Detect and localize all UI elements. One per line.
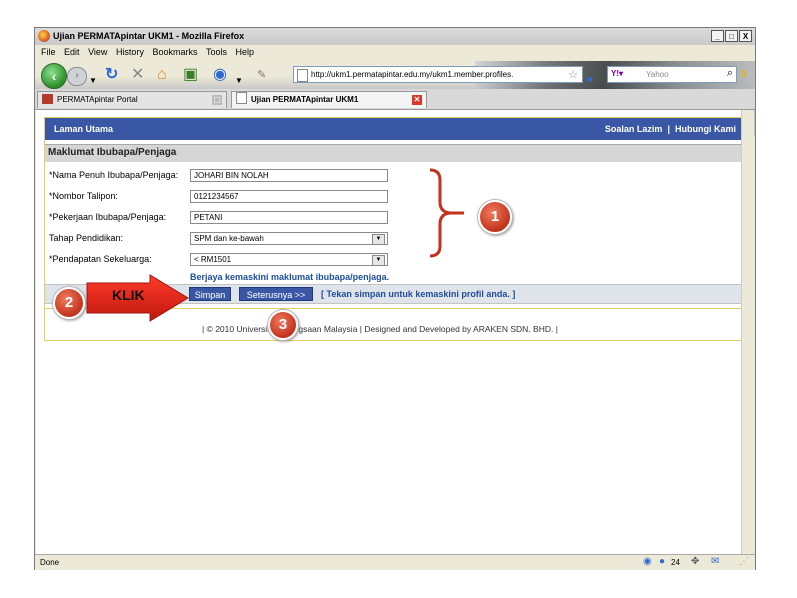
- addon-dropdown-icon[interactable]: ▼: [235, 72, 243, 90]
- footer-text: | © 2010 Universiti Kebangsaan Malaysia …: [202, 324, 558, 334]
- back-button[interactable]: ‹: [41, 63, 67, 89]
- status-text: Done: [40, 558, 60, 567]
- go-icon[interactable]: ■: [587, 70, 592, 88]
- klik-label: KLIK: [112, 287, 145, 303]
- resize-grip-icon[interactable]: ⋰: [739, 556, 749, 567]
- phone-field[interactable]: 0121234567: [190, 190, 388, 203]
- tab-close-icon[interactable]: ▢: [212, 95, 222, 105]
- menu-bookmarks[interactable]: Bookmarks: [152, 47, 197, 57]
- tab-ujian[interactable]: Ujian PERMATApintar UKM1 ✕: [231, 91, 427, 108]
- add-bookmark-icon[interactable]: ▣: [183, 66, 198, 84]
- address-bar[interactable]: http://ukm1.permatapintar.edu.my/ukm1.me…: [293, 66, 583, 83]
- page-content: Laman Utama Soalan Lazim | Hubungi Kami …: [36, 110, 746, 554]
- minimize-button[interactable]: _: [711, 30, 724, 42]
- education-label: Tahap Pendidikan:: [49, 233, 124, 243]
- maximize-button[interactable]: □: [725, 30, 738, 42]
- window-title: Ujian PERMATApintar UKM1 - Mozilla Firef…: [53, 31, 245, 41]
- next-button[interactable]: Seterusnya >>: [239, 287, 313, 301]
- tab-close-icon[interactable]: ✕: [412, 95, 422, 105]
- search-icon[interactable]: ⌕: [727, 67, 733, 80]
- name-field[interactable]: JOHARI BIN NOLAH: [190, 169, 388, 182]
- history-dropdown-icon[interactable]: ▼: [89, 72, 97, 90]
- stop-icon[interactable]: ✕: [131, 66, 144, 84]
- section-title: Maklumat Ibubapa/Penjaga: [48, 147, 177, 158]
- menu-bar: File Edit View History Bookmarks Tools H…: [35, 45, 755, 61]
- save-hint: [ Tekan simpan untuk kemaskini profil an…: [321, 289, 516, 299]
- dropdown-arrow-icon[interactable]: ▼: [372, 255, 385, 266]
- education-select[interactable]: SPM dan ke-bawah ▼: [190, 232, 388, 245]
- status-count: 24: [671, 558, 680, 567]
- success-message: Berjaya kemaskini maklumat ibubapa/penja…: [190, 272, 390, 282]
- window-controls: _ □ X: [711, 30, 752, 42]
- search-placeholder: Yahoo: [646, 70, 669, 79]
- menu-edit[interactable]: Edit: [64, 47, 80, 57]
- close-button[interactable]: X: [739, 30, 752, 42]
- income-label: *Pendapatan Sekeluarga:: [49, 254, 152, 264]
- tab-bar: PERMATApintar Portal ▢ Ujian PERMATApint…: [35, 89, 755, 171]
- menu-view[interactable]: View: [88, 47, 107, 57]
- url-text[interactable]: http://ukm1.permatapintar.edu.my/ukm1.me…: [311, 70, 513, 79]
- arrow-right-icon[interactable]: ›: [741, 64, 747, 82]
- menu-tools[interactable]: Tools: [206, 47, 227, 57]
- tab-portal[interactable]: PERMATApintar Portal ▢: [37, 91, 227, 108]
- income-value: < RM1501: [194, 255, 232, 264]
- education-value: SPM dan ke-bawah: [194, 234, 264, 243]
- title-bar: Ujian PERMATApintar UKM1 - Mozilla Firef…: [35, 28, 755, 45]
- section-header: Maklumat Ibubapa/Penjaga: [45, 144, 744, 162]
- menu-help[interactable]: Help: [236, 47, 255, 57]
- mail-status-icon[interactable]: ✉: [711, 556, 719, 567]
- name-label: *Nama Penuh Ibubapa/Penjaga:: [49, 170, 179, 180]
- phone-label: *Nombor Talipon:: [49, 191, 118, 201]
- vertical-scrollbar[interactable]: [741, 110, 754, 554]
- tab-label: Ujian PERMATApintar UKM1: [251, 95, 359, 104]
- firefox-icon: [38, 30, 50, 42]
- addon-status-icon[interactable]: ◉: [643, 556, 652, 567]
- bookmark-star-icon[interactable]: ☆: [568, 68, 578, 81]
- badge-3: 3: [268, 310, 298, 340]
- badge-1: 1: [478, 200, 512, 234]
- save-button[interactable]: Simpan: [189, 287, 231, 301]
- menu-history[interactable]: History: [116, 47, 144, 57]
- home-icon[interactable]: ⌂: [157, 66, 167, 84]
- job-field[interactable]: PETANI: [190, 211, 388, 224]
- tools-status-icon[interactable]: ✥: [691, 556, 699, 567]
- weather-icon[interactable]: ●: [659, 556, 665, 567]
- income-select[interactable]: < RM1501 ▼: [190, 253, 388, 266]
- nav-contact-link[interactable]: Hubungi Kami: [675, 124, 736, 134]
- tool-icon[interactable]: ✎: [257, 66, 266, 84]
- addon-icon[interactable]: ◉: [213, 66, 227, 84]
- badge-2: 2: [53, 287, 85, 319]
- page-favicon-icon: [236, 92, 247, 104]
- search-box[interactable]: Y!▾ Yahoo ⌕: [607, 66, 737, 83]
- dropdown-arrow-icon[interactable]: ▼: [372, 234, 385, 245]
- forward-button[interactable]: ›: [67, 67, 87, 86]
- portal-favicon-icon: [42, 94, 53, 104]
- status-bar: Done ◉ ● 24 ✥ ✉ ⋰: [35, 554, 755, 570]
- nav-faq-link[interactable]: Soalan Lazim: [605, 124, 663, 134]
- yahoo-icon[interactable]: Y!▾: [611, 69, 623, 78]
- menu-file[interactable]: File: [41, 47, 56, 57]
- red-bracket: [429, 168, 464, 258]
- job-label: *Pekerjaan Ibubapa/Penjaga:: [49, 212, 167, 222]
- top-navigation: Laman Utama Soalan Lazim | Hubungi Kami: [45, 118, 744, 140]
- nav-home-link[interactable]: Laman Utama: [54, 124, 113, 134]
- tab-label: PERMATApintar Portal: [57, 95, 138, 104]
- page-icon: [297, 69, 308, 82]
- reload-icon[interactable]: ↻: [105, 66, 118, 84]
- nav-separator: |: [667, 124, 670, 134]
